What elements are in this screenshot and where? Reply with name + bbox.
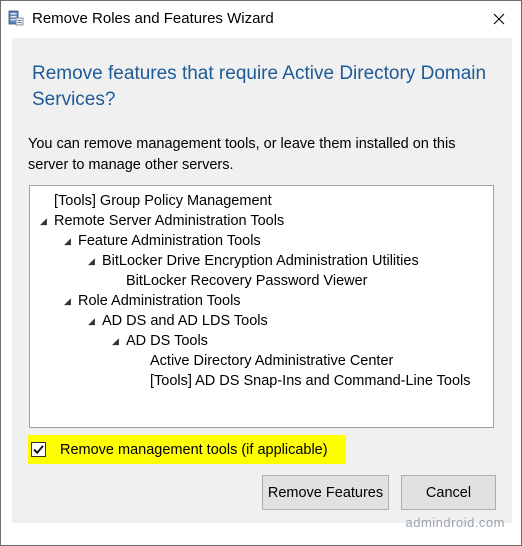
triangle-expanded-icon[interactable]: ◢ xyxy=(88,251,102,271)
triangle-expanded-icon[interactable]: ◢ xyxy=(40,211,54,231)
window-title: Remove Roles and Features Wizard xyxy=(32,10,274,27)
tree-item[interactable]: ◢ AD DS Tools xyxy=(112,331,208,351)
tree-item-label: Remote Server Administration Tools xyxy=(54,213,285,229)
triangle-expanded-icon[interactable]: ◢ xyxy=(64,291,78,311)
dialog-heading: Remove features that require Active Dire… xyxy=(32,63,487,110)
tree-item-label: BitLocker Recovery Password Viewer xyxy=(126,273,368,289)
wizard-window: Remove Roles and Features Wizard Remove … xyxy=(0,0,522,546)
tree-item[interactable]: ◢ BitLocker Drive Encryption Administrati… xyxy=(88,251,419,271)
remove-features-button[interactable]: Remove Features xyxy=(262,475,389,510)
cancel-button[interactable]: Cancel xyxy=(401,475,496,510)
tree-item[interactable]: [Tools] AD DS Snap-Ins and Command-Line … xyxy=(136,371,471,391)
tree-item-label: Active Directory Administrative Center xyxy=(150,353,394,369)
tree-item-label: [Tools] AD DS Snap-Ins and Command-Line … xyxy=(150,373,471,389)
tree-item[interactable]: Active Directory Administrative Center xyxy=(136,351,393,371)
triangle-expanded-icon[interactable]: ◢ xyxy=(112,331,126,351)
close-icon xyxy=(493,13,505,25)
watermark: admindroid.com xyxy=(405,515,505,530)
tree-item[interactable]: ◢ Role Administration Tools xyxy=(64,291,241,311)
checkmark-icon xyxy=(33,445,44,455)
tree-item[interactable]: [Tools] Group Policy Management xyxy=(40,191,272,211)
tree-item-label: BitLocker Drive Encryption Administratio… xyxy=(102,253,419,269)
tree-item-label: AD DS Tools xyxy=(126,333,208,349)
remove-tools-checkbox[interactable] xyxy=(31,442,46,457)
tree-item-label: Feature Administration Tools xyxy=(78,233,261,249)
tree-item[interactable]: ◢ Remote Server Administration Tools xyxy=(40,211,284,231)
tree-item[interactable]: ◢ Feature Administration Tools xyxy=(64,231,261,251)
features-tree[interactable]: [Tools] Group Policy Management ◢ Remote S… xyxy=(29,185,494,428)
remove-tools-label[interactable]: Remove management tools (if applicable) xyxy=(60,440,328,460)
dialog-content: Remove features that require Active Dire… xyxy=(12,38,512,523)
tree-item-label: Role Administration Tools xyxy=(78,293,241,309)
tree-item-label: [Tools] Group Policy Management xyxy=(54,193,272,209)
triangle-expanded-icon[interactable]: ◢ xyxy=(88,311,102,331)
server-manager-icon xyxy=(8,10,24,26)
close-button[interactable] xyxy=(485,5,513,33)
tree-item-label: AD DS and AD LDS Tools xyxy=(102,313,268,329)
tree-item[interactable]: BitLocker Recovery Password Viewer xyxy=(112,271,368,291)
triangle-expanded-icon[interactable]: ◢ xyxy=(64,231,78,251)
tree-item[interactable]: ◢ AD DS and AD LDS Tools xyxy=(88,311,268,331)
dialog-description: You can remove management tools, or leav… xyxy=(28,136,456,173)
title-bar: Remove Roles and Features Wizard xyxy=(1,1,521,37)
